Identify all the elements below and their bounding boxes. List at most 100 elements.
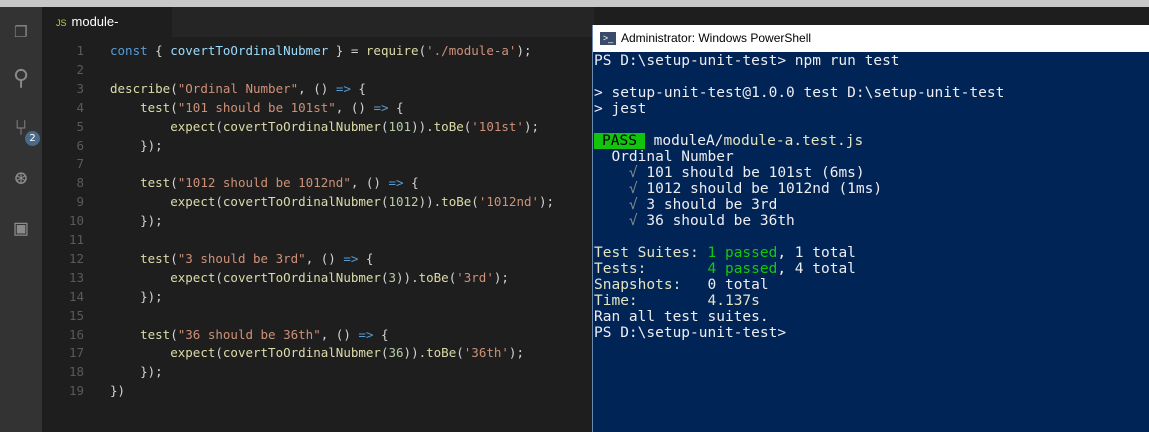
code-line: 3 describe("Ordinal Number", () => { (42, 79, 365, 98)
token: 36 should be 36th (637, 213, 795, 229)
token: covertToOrdinalNubmer (170, 43, 329, 58)
line-number: 10 (68, 213, 84, 229)
code-line: 16 test("36 should be 36th", () => { (42, 325, 389, 344)
search-icon[interactable]: ⚲ (7, 65, 35, 93)
code-line: 10 }); (42, 211, 163, 230)
console-line: Snapshots: 0 total (594, 277, 1149, 293)
line-number: 16 (68, 326, 84, 342)
powershell-titlebar[interactable]: >_ Administrator: Windows PowerShell (593, 25, 1149, 52)
token: test (140, 175, 171, 191)
console-line: > setup-unit-test@1.0.0 test D:\setup-un… (594, 85, 1149, 101)
console-line: PS D:\setup-unit-test> (594, 325, 1149, 341)
token: 101 should be 101st (6ms) (637, 165, 865, 181)
code-line: 9 expect(covertToOrdinalNubmer(1012)).to… (42, 192, 554, 211)
token: , () (350, 175, 389, 191)
token: describe (110, 80, 171, 96)
token: )). (418, 194, 442, 210)
code-line: 7 (42, 154, 110, 173)
line-number: 9 (76, 194, 84, 210)
token: expect (170, 345, 216, 361)
code-line: 5 expect(covertToOrdinalNubmer(101)).toB… (42, 117, 539, 136)
token: , 4 total (777, 261, 856, 277)
token: "101 should be 101st" (177, 99, 336, 115)
token: { (388, 99, 404, 115)
console-line: √ 3 should be 3rd (594, 197, 1149, 213)
debug-icon[interactable]: ⊛ (7, 165, 35, 193)
code-line: 18 }); (42, 362, 163, 381)
tab-module-a-test[interactable]: JSmodule-a.test.js× (42, 7, 172, 60)
powershell-window: >_ Administrator: Windows PowerShell PS … (592, 25, 1149, 432)
token: ); (523, 118, 540, 134)
token: 36 (388, 345, 404, 361)
token: PASS (594, 133, 645, 149)
console-line: PASS moduleA/module-a.test.js (594, 133, 1149, 149)
window-top-strip (0, 0, 1149, 7)
extensions-icon[interactable]: ▣ (7, 215, 35, 243)
tab-bar: JSmodule-a.test.js× (42, 7, 594, 60)
token: } = (328, 43, 366, 58)
code-line: 13 expect(covertToOrdinalNubmer(3)).toBe… (42, 268, 509, 287)
token: "36 should be 36th" (177, 326, 321, 342)
source-control-icon[interactable]: ⑂ 2 (7, 115, 40, 146)
token: expect (170, 269, 216, 285)
token: => (388, 175, 404, 191)
token: covertToOrdinalNubmer (222, 118, 381, 134)
token: ( (170, 80, 178, 96)
token: expect (170, 194, 216, 210)
token: ( (215, 269, 223, 285)
line-number: 3 (76, 80, 84, 96)
line-number: 12 (68, 250, 84, 266)
token: test (140, 250, 171, 266)
line-number: 2 (76, 61, 84, 77)
line-number: 14 (68, 288, 84, 304)
line-number: 15 (68, 307, 84, 323)
console-output[interactable]: PS D:\setup-unit-test> npm run test > set… (593, 52, 1149, 341)
line-number: 18 (68, 364, 84, 380)
token: covertToOrdinalNubmer (222, 194, 381, 210)
token: 3 should be 3rd (637, 197, 778, 213)
token: 4.137s (707, 293, 760, 309)
token: )). (403, 345, 427, 361)
token: )). (411, 118, 434, 134)
token: 1 passed (707, 245, 778, 261)
token: ); (493, 269, 509, 285)
line-number: 11 (68, 232, 84, 247)
token: , () (305, 250, 344, 266)
token: Time: (594, 293, 708, 309)
token: => (358, 326, 374, 342)
token: '101st' (471, 118, 524, 134)
line-number: 19 (68, 383, 84, 399)
line-number: 1 (76, 43, 84, 58)
token: ); (516, 43, 532, 58)
token: 1012 (388, 194, 419, 210)
token: PS D:\setup-unit-test> (594, 325, 787, 341)
token: 4 passed (707, 261, 778, 277)
token: ( (215, 118, 223, 134)
code-editor[interactable]: 1 const { covertToOrdinalNubmer } = requi… (42, 37, 594, 432)
explorer-icon[interactable]: ❐ (7, 17, 35, 45)
token: }); (110, 288, 163, 304)
token: '3rd' (456, 269, 494, 285)
token: "Ordinal Number" (177, 80, 299, 96)
token: covertToOrdinalNubmer (222, 269, 381, 285)
token: "3 should be 3rd" (177, 250, 306, 266)
token: ( (170, 99, 178, 115)
code-line: 4 test("101 should be 101st", () => { (42, 98, 404, 117)
code-line: 15 (42, 306, 110, 325)
line-number: 6 (76, 137, 84, 153)
token: test (140, 326, 171, 342)
token: require (365, 43, 419, 58)
line-number: 13 (68, 269, 84, 285)
token: , () (320, 326, 359, 342)
token: { (373, 326, 389, 342)
console-line: Tests: 4 passed, 4 total (594, 261, 1149, 277)
console-line: PS D:\setup-unit-test> npm run test (594, 53, 1149, 69)
token: '36th' (463, 345, 509, 361)
